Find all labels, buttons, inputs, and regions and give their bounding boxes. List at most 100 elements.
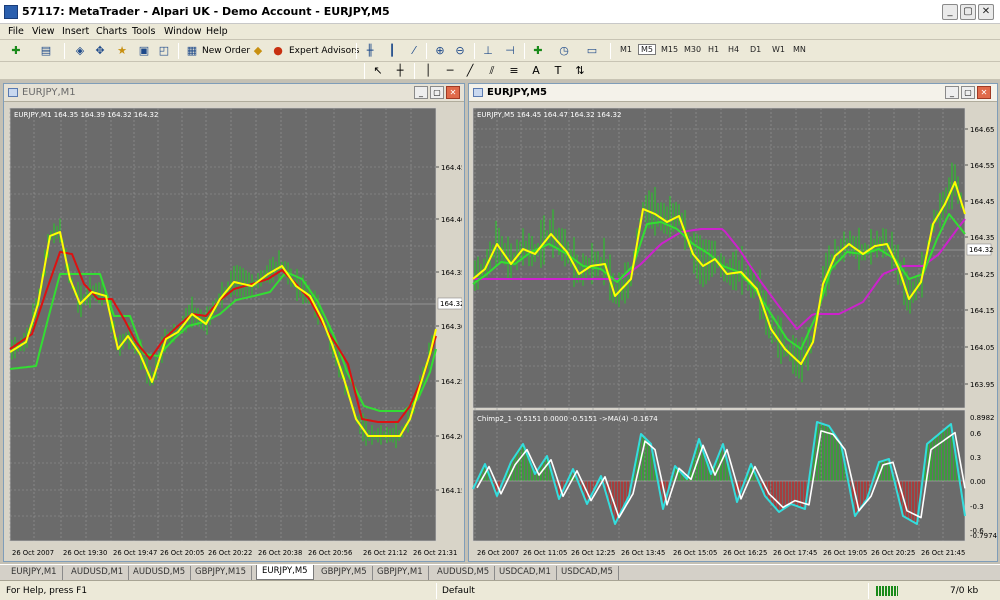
- tab-gbpjpy-m1[interactable]: GBPJPY,M1: [372, 566, 429, 580]
- close-button[interactable]: ✕: [978, 4, 994, 20]
- fibonacci-icon[interactable]: ≡: [506, 63, 522, 79]
- tab-eurjpy-m1[interactable]: EURJPY,M1: [6, 566, 63, 580]
- text-icon[interactable]: A: [528, 63, 544, 79]
- expert-advisors-button[interactable]: Expert Advisors: [289, 46, 359, 56]
- auto-scroll-icon[interactable]: ⊥: [480, 43, 496, 59]
- favorites-icon[interactable]: ★: [114, 43, 130, 59]
- horizontal-line-icon[interactable]: ─: [442, 63, 458, 79]
- menu-file[interactable]: File: [8, 26, 24, 37]
- status-help-text: For Help, press F1: [6, 586, 88, 596]
- chart-window-icon: [473, 88, 483, 97]
- vertical-line-icon[interactable]: │: [420, 63, 436, 79]
- timeframe-h4[interactable]: H4: [726, 45, 741, 54]
- timeframe-m30[interactable]: M30: [682, 45, 703, 54]
- chart-close-button[interactable]: ✕: [446, 86, 460, 99]
- chart-window-titlebar[interactable]: EURJPY,M1 _ ▢ ✕: [4, 84, 464, 102]
- indicator-tick-label: 0.00: [970, 478, 986, 486]
- y-tick-label: 164.55: [970, 162, 995, 170]
- new-order-button[interactable]: New Order: [202, 46, 250, 56]
- menu-window[interactable]: Window: [164, 26, 201, 37]
- maximize-button[interactable]: ▢: [960, 4, 976, 20]
- market-watch-icon[interactable]: ◈: [72, 43, 88, 59]
- zoom-in-icon[interactable]: ⊕: [432, 43, 448, 59]
- tab-audusd-m5[interactable]: AUDUSD,M5: [128, 566, 192, 580]
- text-label-icon[interactable]: T: [550, 63, 566, 79]
- price-label: 164.32: [969, 246, 994, 254]
- y-tick-label: 164.15: [441, 487, 462, 495]
- timeframe-d1[interactable]: D1: [748, 45, 763, 54]
- expert-advisors-icon[interactable]: ●: [270, 43, 286, 59]
- chart-plot-area: [472, 107, 966, 409]
- metaeditor-icon[interactable]: ◆: [250, 43, 266, 59]
- periods-icon[interactable]: ◷: [556, 43, 572, 59]
- y-tick-label: 164.40: [441, 216, 462, 224]
- y-tick-label: 164.15: [970, 307, 995, 315]
- candlestick-icon[interactable]: ┃: [384, 43, 400, 59]
- new-order-icon[interactable]: ▦: [184, 43, 200, 59]
- crosshair-icon[interactable]: ┼: [392, 63, 408, 79]
- status-bar: For Help, press F1 Default 7/0 kb: [0, 580, 1000, 600]
- menu-tools[interactable]: Tools: [132, 26, 155, 37]
- status-traffic: 7/0 kb: [950, 586, 979, 596]
- timeframe-m5[interactable]: M5: [638, 44, 656, 55]
- tab-audusd-m5-2[interactable]: AUDUSD,M5: [432, 566, 496, 580]
- y-tick-label: 164.45: [441, 164, 462, 172]
- menu-insert[interactable]: Insert: [62, 26, 89, 37]
- indicator-tick-label: -0.7974: [970, 532, 997, 540]
- navigator-icon[interactable]: ✥: [92, 43, 108, 59]
- chart-window-titlebar[interactable]: EURJPY,M5 _ ▢ ✕: [469, 84, 997, 102]
- terminal-icon[interactable]: ▣: [136, 43, 152, 59]
- tab-gbpjpy-m15[interactable]: GBPJPY,M15: [190, 566, 253, 580]
- title-bar: 57117: MetaTrader - Alpari UK - Demo Acc…: [0, 0, 1000, 24]
- chart-shift-icon[interactable]: ⊣: [502, 43, 518, 59]
- chart-maximize-button[interactable]: ▢: [961, 86, 975, 99]
- menu-help[interactable]: Help: [206, 26, 228, 37]
- x-tick-label: 26 Oct 2007: [12, 549, 54, 557]
- x-tick-label: 26 Oct 20:56: [308, 549, 352, 557]
- chart-info-label: EURJPY,M1 164.35 164.39 164.32 164.32: [14, 111, 158, 119]
- trendline-icon[interactable]: ╱: [462, 63, 478, 79]
- menu-view[interactable]: View: [32, 26, 55, 37]
- indicators-icon[interactable]: ✚: [530, 43, 546, 59]
- x-tick-label: 26 Oct 20:25: [871, 549, 915, 557]
- tab-audusd-m1[interactable]: AUDUSD,M1: [66, 566, 130, 580]
- timeframe-w1[interactable]: W1: [770, 45, 787, 54]
- tab-usdcad-m1[interactable]: USDCAD,M1: [494, 566, 557, 580]
- y-tick-label: 164.30: [441, 323, 462, 331]
- menu-charts[interactable]: Charts: [96, 26, 127, 37]
- templates-icon[interactable]: ▭: [584, 43, 600, 59]
- equidistant-channel-icon[interactable]: ⫽: [484, 63, 500, 79]
- line-chart-icon[interactable]: ⁄: [406, 43, 422, 59]
- x-tick-label: 26 Oct 20:22: [208, 549, 252, 557]
- status-profile: Default: [442, 586, 475, 596]
- tab-gbpjpy-m5[interactable]: GBPJPY,M5: [316, 566, 373, 580]
- tab-usdcad-m5[interactable]: USDCAD,M5: [556, 566, 619, 580]
- strategy-tester-icon[interactable]: ◰: [156, 43, 172, 59]
- price-chart-eurjpy-m1[interactable]: EURJPY,M1 164.35 164.39 164.32 164.32 164…: [6, 104, 462, 559]
- chart-maximize-button[interactable]: ▢: [430, 86, 444, 99]
- x-tick-label: 26 Oct 12:25: [571, 549, 615, 557]
- chart-window-eurjpy-m5[interactable]: EURJPY,M5 _ ▢ ✕ EURJPY,M5 164.45 164.47 …: [468, 83, 998, 562]
- tab-eurjpy-m5[interactable]: EURJPY,M5: [256, 565, 314, 580]
- x-tick-label: 26 Oct 19:05: [823, 549, 867, 557]
- chart-window-eurjpy-m1[interactable]: EURJPY,M1 _ ▢ ✕ EURJPY,M1 164.35 164.39 …: [3, 83, 465, 562]
- timeframe-m1[interactable]: M1: [618, 45, 634, 54]
- price-chart-eurjpy-m5[interactable]: EURJPY,M5 164.45 164.47 164.32 164.32 164…: [471, 104, 997, 559]
- timeframe-mn[interactable]: MN: [791, 45, 808, 54]
- timeframe-m15[interactable]: M15: [659, 45, 680, 54]
- arrows-icon[interactable]: ⇅: [572, 63, 588, 79]
- minimize-button[interactable]: _: [942, 4, 958, 20]
- cursor-icon[interactable]: ↖: [370, 63, 386, 79]
- bar-chart-icon[interactable]: ╫: [362, 43, 378, 59]
- menu-bar: File View Insert Charts Tools Window Hel…: [0, 24, 1000, 40]
- chart-minimize-button[interactable]: _: [945, 86, 959, 99]
- zoom-out-icon[interactable]: ⊖: [452, 43, 468, 59]
- new-chart-icon[interactable]: ✚: [8, 43, 24, 59]
- profiles-icon[interactable]: ▤: [38, 43, 54, 59]
- chart-minimize-button[interactable]: _: [414, 86, 428, 99]
- chart-close-button[interactable]: ✕: [977, 86, 991, 99]
- timeframe-h1[interactable]: H1: [706, 45, 721, 54]
- connection-status-icon: [876, 586, 898, 596]
- y-tick-label: 164.35: [970, 234, 995, 242]
- y-tick-label: 164.25: [970, 271, 995, 279]
